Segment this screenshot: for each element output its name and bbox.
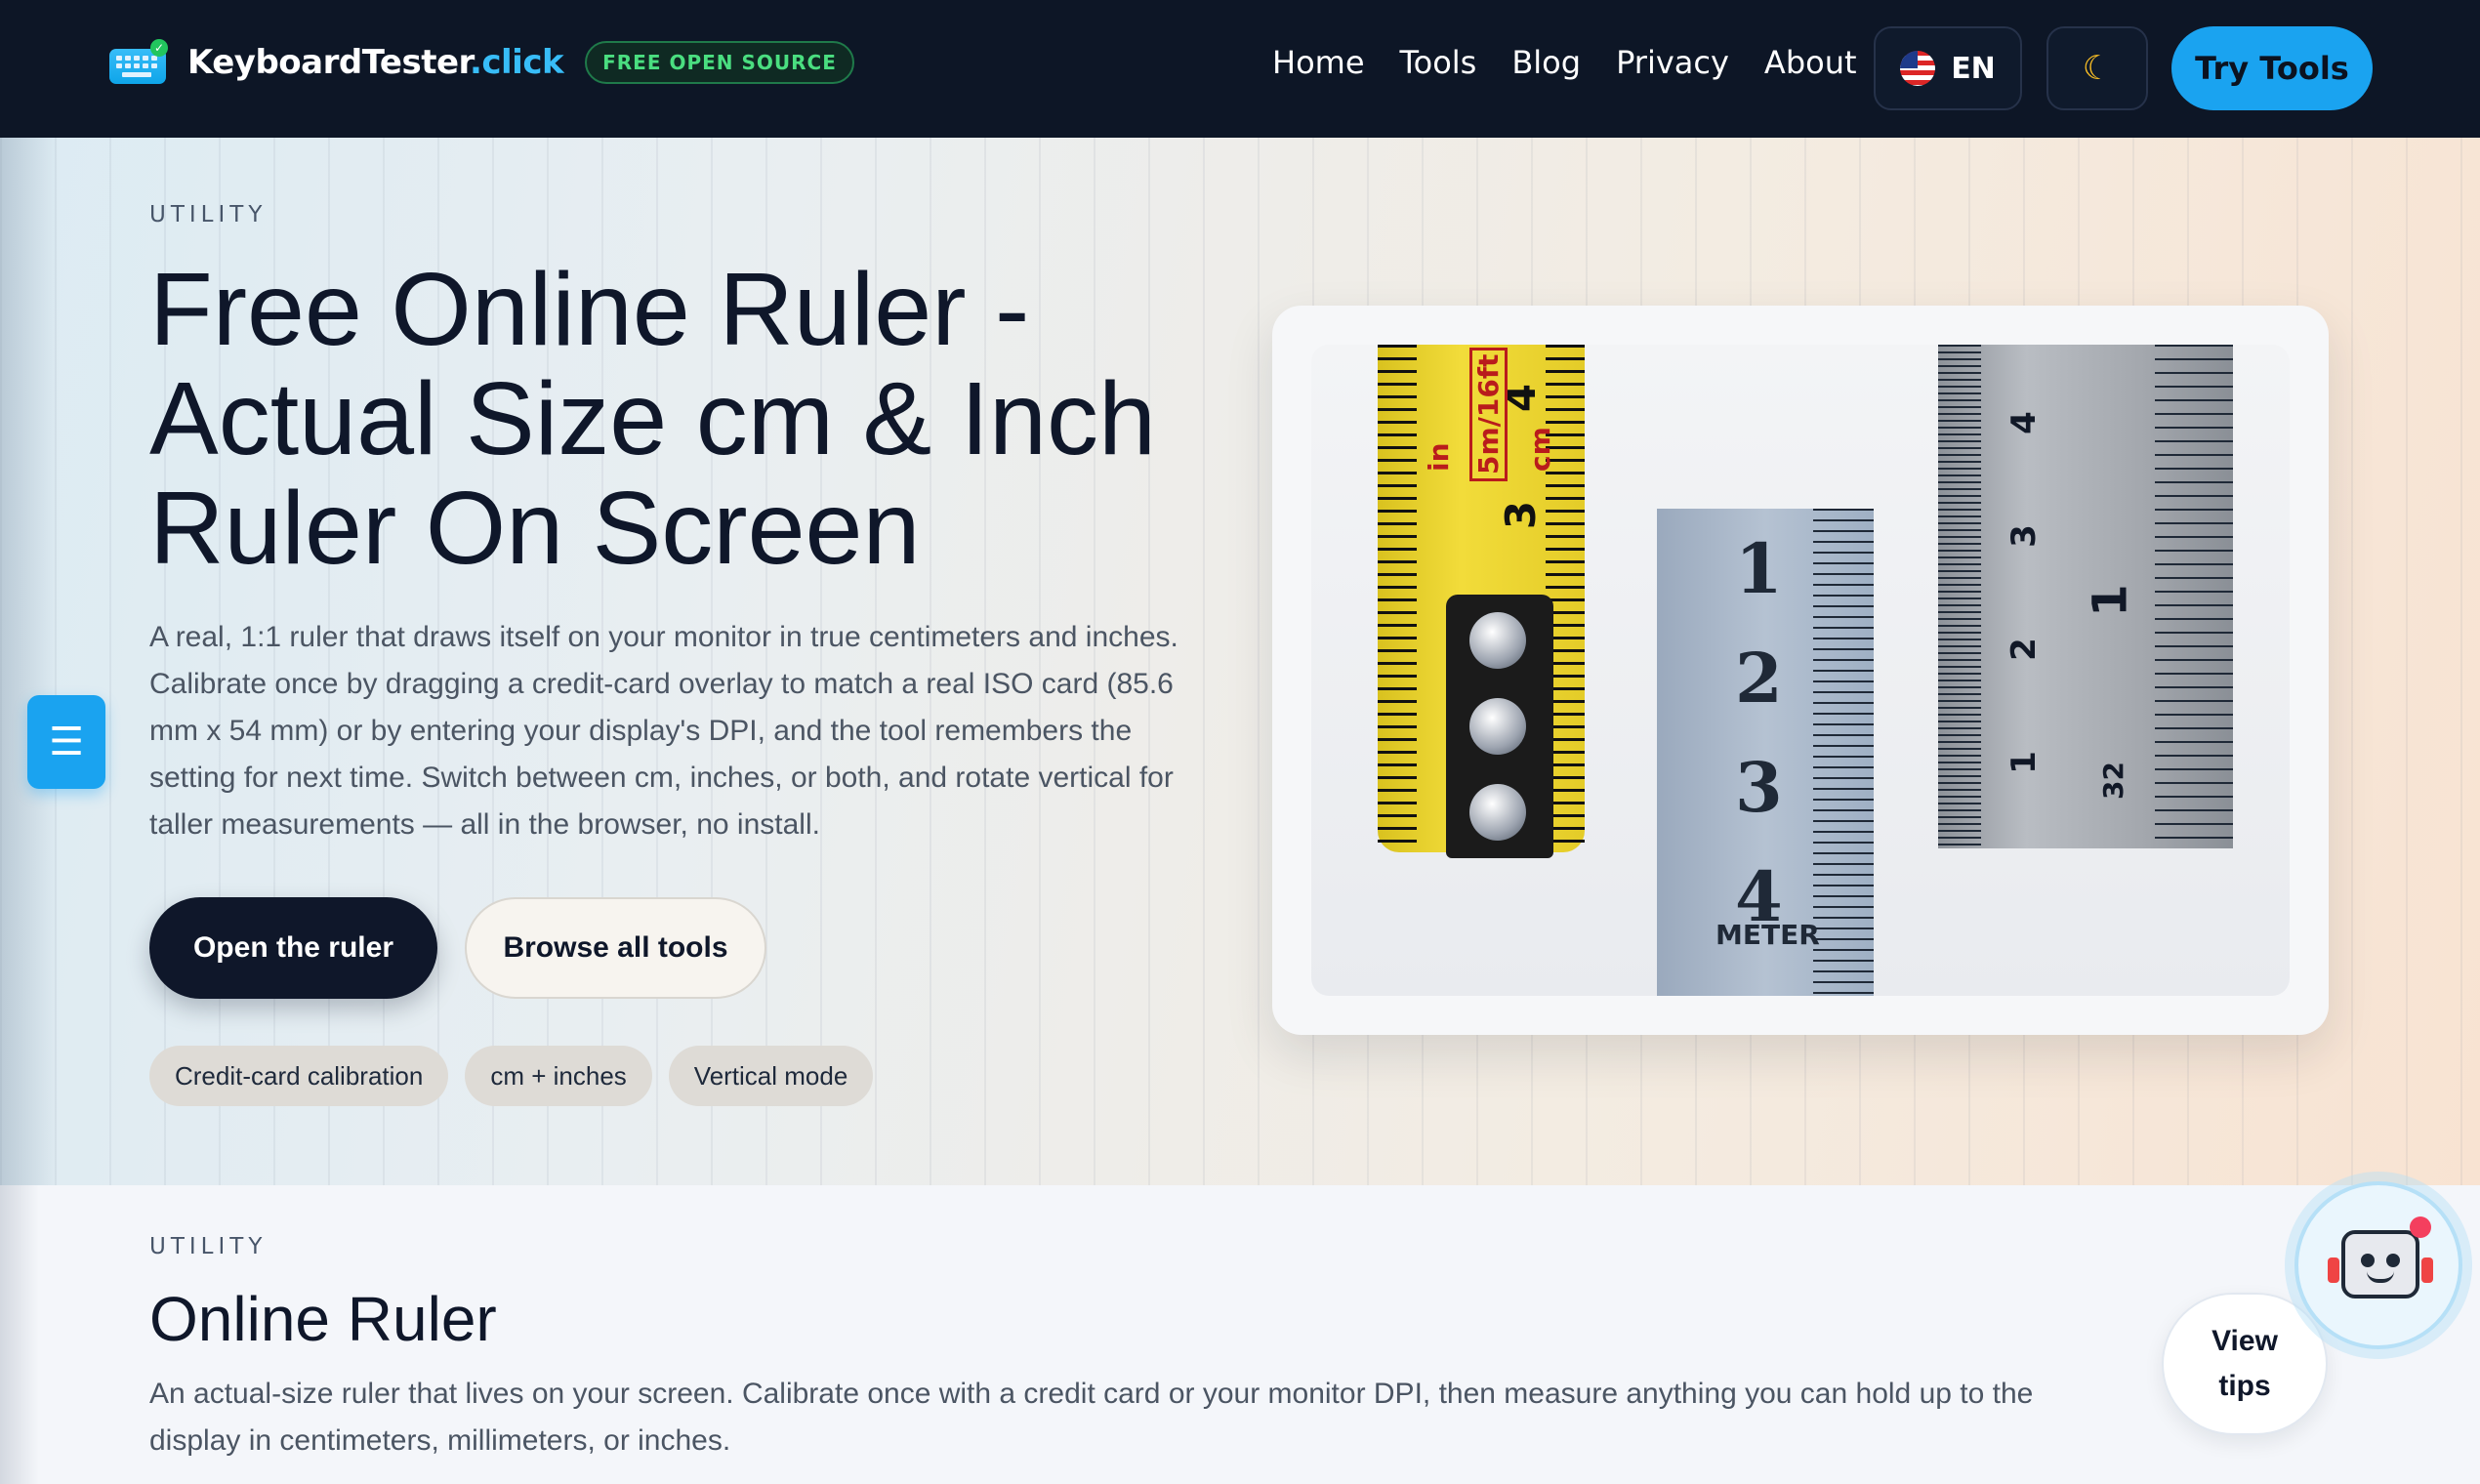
steel-ruler: 4 3 2 1 1 32 — [1938, 345, 2233, 848]
nav-links: Home Tools Blog Privacy About — [1272, 44, 1892, 81]
tape-measure: 4 3 2 1 5m/16ft cm in — [1378, 345, 1585, 858]
check-badge-icon: ✓ — [150, 39, 168, 57]
nav-link-privacy[interactable]: Privacy — [1616, 44, 1729, 81]
brand-name: KeyboardTester.click — [187, 43, 564, 82]
chip-vertical-mode: Vertical mode — [668, 1046, 874, 1106]
nav-link-blog[interactable]: Blog — [1511, 44, 1581, 81]
browse-tools-button[interactable]: Browse all tools — [465, 897, 766, 999]
theme-toggle-button[interactable]: ☾ — [2046, 26, 2148, 110]
assistant-bot-button[interactable] — [2294, 1181, 2462, 1349]
open-source-badge: FREE OPEN SOURCE — [585, 41, 854, 84]
hero-section: UTILITY Free Online Ruler - Actual Size … — [0, 138, 2480, 1185]
top-navbar: ✓ KeyboardTester.click FREE OPEN SOURCE … — [0, 0, 2480, 138]
us-flag-icon — [1900, 51, 1936, 86]
view-tips-bubble[interactable]: View tips — [2162, 1293, 2328, 1435]
moon-icon: ☾ — [2082, 50, 2113, 87]
language-code: EN — [1951, 51, 1996, 86]
chip-cm-inches: cm + inches — [465, 1046, 652, 1106]
online-ruler-section: UTILITY Online Ruler An actual-size rule… — [0, 1185, 2480, 1484]
menu-icon: ☰ — [49, 721, 84, 763]
hero-title: Free Online Ruler - Actual Size cm & Inc… — [149, 252, 1156, 586]
brand-logo-link[interactable]: ✓ KeyboardTester.click FREE OPEN SOURCE — [109, 39, 854, 86]
section-description: An actual-size ruler that lives on your … — [149, 1378, 2034, 1457]
chip-credit-card-calibration: Credit-card calibration — [149, 1046, 449, 1106]
notification-dot — [2410, 1216, 2431, 1238]
try-tools-button[interactable]: Try Tools — [2171, 26, 2373, 110]
sidebar-menu-button[interactable]: ☰ — [27, 695, 105, 789]
keyboard-icon: ✓ — [109, 39, 168, 86]
open-ruler-button[interactable]: Open the ruler — [149, 897, 437, 999]
nav-link-home[interactable]: Home — [1272, 44, 1365, 81]
nav-link-tools[interactable]: Tools — [1400, 44, 1477, 81]
feature-chips: Credit-card calibration cm + inches Vert… — [149, 1046, 874, 1106]
robot-icon — [2341, 1230, 2419, 1298]
meter-tape: 1 2 3 4 METER — [1657, 509, 1874, 996]
hero-image-card: 4 3 2 1 5m/16ft cm in 1 2 3 4 M — [1272, 306, 2329, 1035]
rulers-photo: 4 3 2 1 5m/16ft cm in 1 2 3 4 M — [1311, 345, 2290, 996]
hero-description: A real, 1:1 ruler that draws itself on y… — [149, 621, 1178, 841]
language-selector[interactable]: EN — [1874, 26, 2022, 110]
section-eyebrow: UTILITY — [149, 1234, 268, 1259]
hero-eyebrow: UTILITY — [149, 202, 268, 227]
section-title: Online Ruler — [149, 1284, 497, 1354]
nav-link-about[interactable]: About — [1764, 44, 1857, 81]
